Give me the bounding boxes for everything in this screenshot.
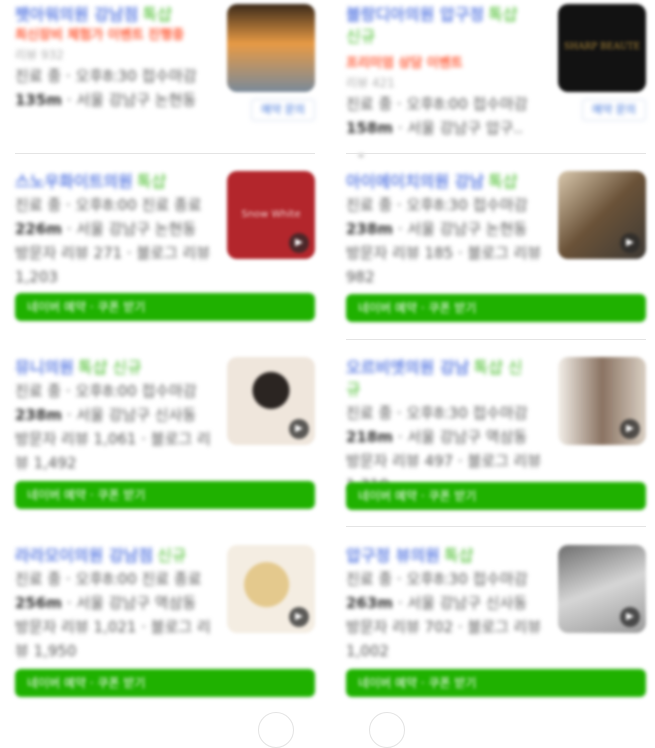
play-icon: ▶ (620, 233, 640, 253)
reserve-button[interactable]: 네이버 예약 · 쿠폰 받기 (15, 481, 315, 509)
clinic-card[interactable]: 팻아워의원 강남점 톡샵 최신장비 체험가 이벤트 진행중 리뷰 932 진료 중… (15, 4, 315, 121)
hours-text: 진료 중 · 오후8:30 접수마감 (346, 404, 528, 422)
hours-text: 진료 중 · 오후8:00 진료 종료 (15, 570, 202, 588)
hours-text: 진료 중 · 오후8:00 접수마감 (15, 382, 197, 400)
address-text: 226m · 서울 강남구 논현동 (15, 220, 197, 238)
clinic-title[interactable]: 오르비엣의원 강남 톡샵 신규 (346, 357, 526, 401)
reserve-button[interactable]: 네이버 예약 · 쿠폰 받기 (346, 482, 646, 510)
hours-text: 진료 중 · 오후8:30 접수마감 (346, 196, 528, 214)
clinic-thumbnail[interactable] (227, 4, 315, 92)
review-count-text: 방문자 리뷰 702 · 블로그 리뷰 1,002 (346, 618, 542, 660)
clinic-thumbnail[interactable]: ▶ (227, 545, 315, 633)
hours-text: 진료 중 · 오후8:00 진료 종료 (15, 196, 202, 214)
reserve-button[interactable]: 네이버 예약 · 쿠폰 받기 (15, 669, 315, 697)
reserve-button[interactable]: 네이버 예약 · 쿠폰 받기 (346, 294, 646, 322)
clinic-thumbnail[interactable]: Snow White ▶ (227, 171, 315, 259)
play-icon: ▶ (289, 233, 309, 253)
thumbnail-logo-text: Snow White (241, 209, 301, 220)
review-count-text: 방문자 리뷰 1,061 · 블로그 리뷰 1,492 (15, 430, 211, 472)
clinic-thumbnail[interactable]: ▶ (227, 357, 315, 445)
review-count-text: 방문자 리뷰 185 · 블로그 리뷰 982 (346, 244, 542, 286)
clinic-card[interactable]: 아이에이치의원 강남 톡샵 진료 중 · 오후8:30 접수마감 238m · 서… (346, 171, 646, 322)
hours-text: 진료 중 · 오후8:00 접수마감 (346, 95, 528, 113)
next-page-button[interactable] (369, 712, 405, 748)
review-count-text: 방문자 리뷰 1,021 · 블로그 리뷰 1,950 (15, 618, 211, 660)
clinic-thumbnail[interactable]: SHARP BEAUTE (558, 4, 646, 92)
review-count-text: 방문자 리뷰 271 · 블로그 리뷰 1,203 (15, 244, 211, 286)
hours-text: 진료 중 · 오후8:30 접수마감 (346, 570, 528, 588)
divider (346, 339, 646, 340)
divider (346, 526, 646, 527)
play-icon: ▶ (620, 607, 640, 627)
clinic-title[interactable]: 블랑디아의원 압구정 톡샵 신규 (346, 4, 536, 48)
clinic-card[interactable]: 오르비엣의원 강남 톡샵 신규 진료 중 · 오후8:30 접수마감 218m ·… (346, 357, 646, 510)
divider (15, 153, 315, 154)
clinic-title[interactable]: 아이에이치의원 강남 톡샵 (346, 171, 526, 193)
clinic-thumbnail[interactable]: ▶ (558, 171, 646, 259)
prev-page-button[interactable] (258, 712, 294, 748)
clinic-thumbnail[interactable]: ▶ (558, 545, 646, 633)
play-icon: ▶ (289, 419, 309, 439)
address-text: 238m · 서울 강남구 신사동 (15, 406, 197, 424)
clinic-card[interactable]: 뮤니의원 톡샵 신규 진료 중 · 오후8:00 접수마감 238m · 서울 강… (15, 357, 315, 509)
play-icon: ▶ (620, 419, 640, 439)
clinic-thumbnail[interactable]: ▶ (558, 357, 646, 445)
play-icon: ▶ (289, 607, 309, 627)
reserve-button[interactable]: 네이버 예약 · 쿠폰 받기 (15, 293, 315, 321)
address-text: 135m · 서울 강남구 논현동 (15, 91, 197, 109)
thumbnail-logo-text: SHARP BEAUTE (563, 42, 641, 52)
clinic-card[interactable]: 라라모이의원 강남점 신규 진료 중 · 오후8:00 진료 종료 256m · … (15, 545, 315, 697)
hours-text: 진료 중 · 오후8:30 접수마감 (15, 67, 197, 85)
divider (346, 153, 646, 154)
clinic-card[interactable]: 스노우화이트의원 톡샵 진료 중 · 오후8:00 진료 종료 226m · 서울… (15, 171, 315, 321)
clinic-card[interactable]: 블랑디아의원 압구정 톡샵 신규 프리미엄 상담 이벤트 리뷰 421 진료 중 … (346, 4, 646, 165)
address-text: 218m · 서울 강남구 역삼동 (346, 428, 528, 446)
address-text: 256m · 서울 강남구 역삼동 (15, 594, 197, 612)
clinic-card[interactable]: 압구정 뷰의원 톡샵 진료 중 · 오후8:30 접수마감 263m · 서울 강… (346, 545, 646, 697)
inquiry-button[interactable]: 예약 문의 (251, 99, 315, 121)
address-text: 158m · 서울 강남구 압구..⌄ (346, 116, 542, 165)
address-text: 238m · 서울 강남구 논현동 (346, 220, 528, 238)
inquiry-button[interactable]: 예약 문의 (582, 99, 646, 121)
address-text: 263m · 서울 강남구 신사동 (346, 594, 528, 612)
reserve-button[interactable]: 네이버 예약 · 쿠폰 받기 (346, 669, 646, 697)
